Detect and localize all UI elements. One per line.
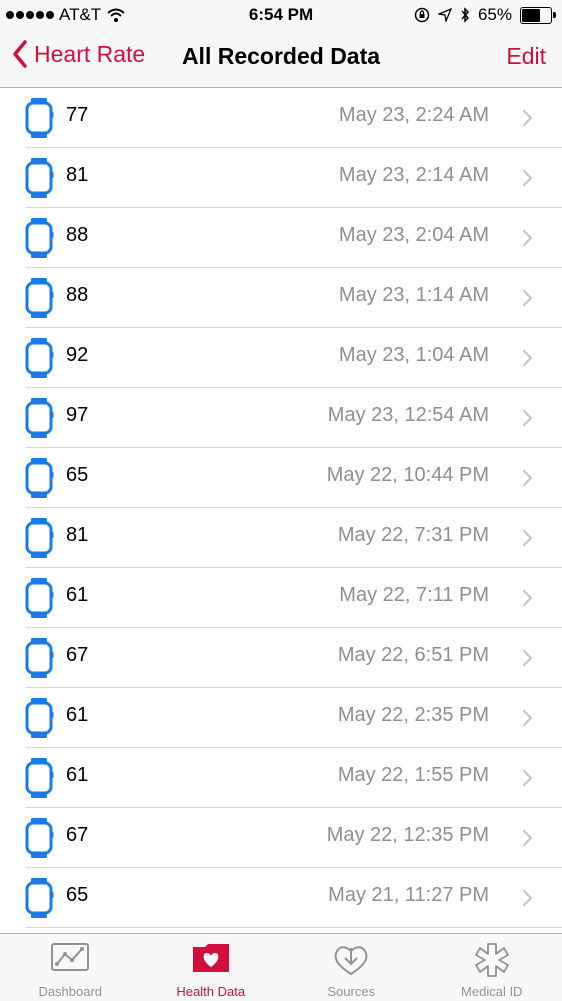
record-timestamp: May 23, 2:14 AM bbox=[339, 164, 489, 187]
heart-rate-value: 92 bbox=[66, 344, 88, 367]
apple-watch-icon bbox=[24, 97, 54, 139]
dashboard-icon bbox=[50, 942, 90, 972]
chevron-right-icon bbox=[522, 469, 534, 487]
apple-watch-icon bbox=[24, 757, 54, 799]
record-row[interactable]: 61 May 22, 2:35 PM bbox=[0, 688, 562, 748]
record-row[interactable]: 67 May 22, 6:51 PM bbox=[0, 628, 562, 688]
record-timestamp: May 23, 1:04 AM bbox=[339, 344, 489, 367]
medical-id-icon bbox=[473, 942, 511, 978]
apple-watch-icon bbox=[24, 397, 54, 439]
heart-rate-value: 67 bbox=[66, 644, 88, 667]
record-timestamp: May 22, 6:51 PM bbox=[338, 644, 489, 667]
chevron-right-icon bbox=[522, 169, 534, 187]
apple-watch-icon bbox=[24, 277, 54, 319]
record-timestamp: May 23, 2:24 AM bbox=[339, 104, 489, 127]
heart-rate-value: 77 bbox=[66, 104, 88, 127]
chevron-right-icon bbox=[522, 229, 534, 247]
chevron-right-icon bbox=[522, 889, 534, 907]
record-timestamp: May 22, 10:44 PM bbox=[327, 464, 489, 487]
navigation-bar: Heart Rate All Recorded Data Edit bbox=[0, 30, 562, 88]
apple-watch-icon bbox=[24, 817, 54, 859]
tab-dashboard[interactable]: Dashboard bbox=[0, 934, 141, 1001]
status-right: 65% bbox=[414, 5, 552, 25]
record-timestamp: May 21, 11:27 PM bbox=[328, 884, 489, 907]
apple-watch-icon bbox=[24, 877, 54, 919]
tab-label: Medical ID bbox=[422, 984, 562, 999]
record-row[interactable]: 77 May 23, 2:24 AM bbox=[0, 88, 562, 148]
tab-sources[interactable]: Sources bbox=[281, 934, 422, 1001]
bluetooth-icon bbox=[460, 7, 470, 23]
record-row[interactable]: 88 May 23, 1:14 AM bbox=[0, 268, 562, 328]
heart-rate-value: 81 bbox=[66, 524, 88, 547]
record-row[interactable]: 61 May 22, 1:55 PM bbox=[0, 748, 562, 808]
record-row[interactable]: 97 May 23, 12:54 AM bbox=[0, 388, 562, 448]
record-timestamp: May 22, 7:11 PM bbox=[339, 584, 489, 607]
heart-rate-value: 97 bbox=[66, 404, 88, 427]
chevron-right-icon bbox=[522, 829, 534, 847]
record-timestamp: May 23, 2:04 AM bbox=[339, 224, 489, 247]
heart-rate-value: 88 bbox=[66, 284, 88, 307]
heart-rate-value: 61 bbox=[66, 704, 88, 727]
heart-rate-value: 81 bbox=[66, 164, 88, 187]
heart-rate-value: 65 bbox=[66, 464, 88, 487]
status-bar: AT&T 6:54 PM 65% bbox=[0, 0, 562, 30]
apple-watch-icon bbox=[24, 517, 54, 559]
heart-rate-value: 67 bbox=[66, 824, 88, 847]
record-timestamp: May 23, 1:14 AM bbox=[339, 284, 489, 307]
chevron-right-icon bbox=[522, 109, 534, 127]
record-row[interactable]: 65 May 21, 11:27 PM bbox=[0, 868, 562, 928]
heart-rate-value: 88 bbox=[66, 224, 88, 247]
apple-watch-icon bbox=[24, 337, 54, 379]
page-title: All Recorded Data bbox=[0, 43, 562, 70]
record-timestamp: May 22, 1:55 PM bbox=[338, 764, 489, 787]
record-timestamp: May 22, 2:35 PM bbox=[338, 704, 489, 727]
heart-rate-value: 65 bbox=[66, 884, 88, 907]
tab-label: Sources bbox=[281, 984, 422, 999]
tab-health-data[interactable]: Health Data bbox=[141, 934, 282, 1001]
heart-rate-value: 61 bbox=[66, 764, 88, 787]
apple-watch-icon bbox=[24, 697, 54, 739]
chevron-right-icon bbox=[522, 529, 534, 547]
tab-bar: Dashboard Health Data Sources Medical ID bbox=[0, 933, 562, 1001]
record-row[interactable]: 88 May 23, 2:04 AM bbox=[0, 208, 562, 268]
record-row[interactable]: 81 May 23, 2:14 AM bbox=[0, 148, 562, 208]
chevron-right-icon bbox=[522, 709, 534, 727]
record-row[interactable]: 81 May 22, 7:31 PM bbox=[0, 508, 562, 568]
record-timestamp: May 23, 12:54 AM bbox=[328, 404, 489, 427]
record-timestamp: May 22, 12:35 PM bbox=[327, 824, 489, 847]
heart-rate-value: 61 bbox=[66, 584, 88, 607]
edit-button[interactable]: Edit bbox=[506, 43, 546, 70]
records-list: 77 May 23, 2:24 AM 81 May 23, 2:14 AM 88… bbox=[0, 88, 562, 928]
tab-label: Health Data bbox=[141, 984, 282, 999]
apple-watch-icon bbox=[24, 577, 54, 619]
apple-watch-icon bbox=[24, 217, 54, 259]
chevron-right-icon bbox=[522, 769, 534, 787]
chevron-right-icon bbox=[522, 349, 534, 367]
health-data-icon bbox=[191, 942, 231, 974]
chevron-right-icon bbox=[522, 649, 534, 667]
chevron-right-icon bbox=[522, 409, 534, 427]
battery-icon bbox=[520, 7, 552, 24]
rotation-lock-icon bbox=[414, 7, 430, 23]
location-icon bbox=[438, 8, 452, 22]
apple-watch-icon bbox=[24, 457, 54, 499]
record-row[interactable]: 61 May 22, 7:11 PM bbox=[0, 568, 562, 628]
tab-medical-id[interactable]: Medical ID bbox=[422, 934, 562, 1001]
record-row[interactable]: 65 May 22, 10:44 PM bbox=[0, 448, 562, 508]
apple-watch-icon bbox=[24, 157, 54, 199]
record-row[interactable]: 92 May 23, 1:04 AM bbox=[0, 328, 562, 388]
tab-label: Dashboard bbox=[0, 984, 141, 999]
chevron-right-icon bbox=[522, 289, 534, 307]
record-timestamp: May 22, 7:31 PM bbox=[338, 524, 489, 547]
record-row[interactable]: 67 May 22, 12:35 PM bbox=[0, 808, 562, 868]
chevron-right-icon bbox=[522, 589, 534, 607]
sources-icon bbox=[331, 942, 371, 976]
apple-watch-icon bbox=[24, 637, 54, 679]
battery-percent: 65% bbox=[478, 5, 512, 25]
